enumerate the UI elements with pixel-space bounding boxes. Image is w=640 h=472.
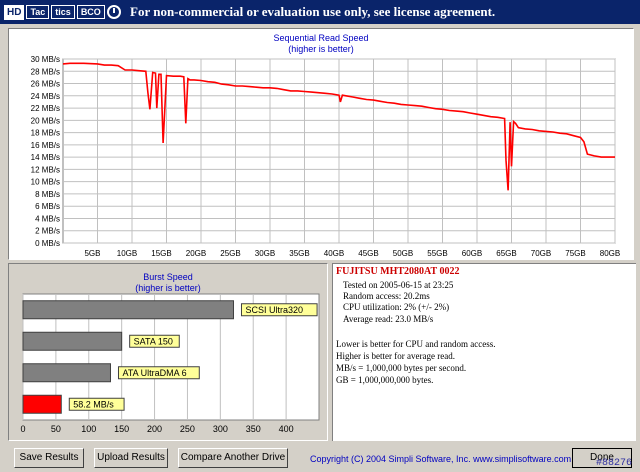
y-tick-label: 18 MB/s [31, 129, 60, 138]
bar-label: SATA 150 [134, 336, 173, 346]
burst-speed-panel: Burst Speed (higher is better) 0 50 100 150… [8, 263, 328, 441]
y-tick-label: 4 MB/s [35, 214, 60, 223]
burst-bar [22, 331, 123, 351]
burst-bar [22, 394, 62, 414]
compare-drive-button[interactable]: Compare Another Drive [178, 448, 288, 468]
y-tick-label: 24 MB/s [31, 92, 60, 101]
upload-results-button[interactable]: Upload Results [94, 448, 168, 468]
x-tick-label: 35GB [289, 249, 309, 258]
x-tick-label: 70GB [531, 249, 551, 258]
x-tick-label: 250 [180, 424, 195, 434]
y-tick-label: 8 MB/s [35, 190, 60, 199]
y-tick-label: 28 MB/s [31, 67, 60, 76]
x-tick-label: 45GB [358, 249, 378, 258]
tested-date: Tested on 2005-06-15 at 23:25 [343, 280, 454, 290]
x-tick-label: 20GB [186, 249, 206, 258]
cpu-utilization: CPU utilization: 2% (+/- 2%) [343, 302, 450, 312]
x-tick-label: 150 [114, 424, 129, 434]
y-tick-label: 2 MB/s [35, 227, 60, 236]
save-results-button[interactable]: Save Results [14, 448, 84, 468]
drive-name: FUJITSU MHT2080AT 0022 [336, 266, 460, 277]
app-logo: HD Tac tics BCO [4, 3, 124, 21]
y-tick-label: 26 MB/s [31, 80, 60, 89]
x-tick-label: 5GB [84, 249, 100, 258]
y-tick-label: 0 MB/s [35, 239, 60, 248]
y-tick-label: 6 MB/s [35, 202, 60, 211]
title-bar: HD Tac tics BCO For non-commercial or ev… [0, 0, 640, 24]
x-tick-label: 40GB [324, 249, 344, 258]
y-tick-label: 12 MB/s [31, 165, 60, 174]
burst-bar [22, 363, 111, 383]
sequential-read-panel: Sequential Read Speed (higher is better)… [8, 28, 634, 260]
copyright-text: Copyright (C) 2004 Simpli Software, Inc.… [310, 454, 572, 464]
logo-segment-1: Tac [26, 5, 50, 19]
sequential-read-chart: 0 MB/s 2 MB/s 4 MB/s 6 MB/s 8 MB/s 10 MB/s 12 … [31, 55, 621, 258]
logo-segment-2: tics [51, 5, 75, 19]
x-tick-label: 10GB [117, 249, 137, 258]
x-tick-label: 350 [246, 424, 261, 434]
x-tick-label: 50GB [393, 249, 413, 258]
x-tick-label: 30GB [255, 249, 275, 258]
burst-bar [22, 300, 234, 320]
x-tick-label: 65GB [496, 249, 516, 258]
x-tick-label: 60GB [462, 249, 482, 258]
bar-label: 58.2 MB/s [73, 399, 114, 409]
random-access: Random access: 20.2ms [343, 291, 430, 301]
x-tick-label: 50 [51, 424, 61, 434]
x-tick-label: 15GB [151, 249, 171, 258]
watermark: #88276 [596, 458, 633, 469]
y-tick-label: 10 MB/s [31, 178, 60, 187]
logo-segment-3: BCO [76, 5, 105, 19]
x-tick-label: 75GB [565, 249, 585, 258]
y-tick-label: 22 MB/s [31, 104, 60, 113]
x-tick-label: 0 [20, 424, 25, 434]
note-line: Higher is better for average read. [336, 351, 455, 361]
y-tick-label: 30 MB/s [31, 55, 60, 64]
bar-label: ATA UltraDMA 6 [122, 368, 186, 378]
window-title: For non-commercial or evaluation use onl… [130, 4, 496, 19]
bar-label: SCSI Ultra320 [245, 305, 303, 315]
note-line: MB/s = 1,000,000 bytes per second. [336, 363, 467, 373]
note-line: GB = 1,000,000,000 bytes. [336, 375, 434, 385]
average-read: Average read: 23.0 MB/s [343, 314, 434, 324]
x-tick-label: 200 [147, 424, 162, 434]
x-tick-label: 55GB [427, 249, 447, 258]
y-tick-label: 16 MB/s [31, 141, 60, 150]
drive-info-panel: FUJITSU MHT2080AT 0022 Tested on 2005-06… [332, 263, 636, 441]
x-tick-label: 100 [81, 424, 96, 434]
burst-speed-chart: 0 50 100 150 200 250 300 350 400 SCSI Ultra320 SAT… [20, 293, 320, 434]
x-tick-label: 300 [213, 424, 228, 434]
note-line: Lower is better for CPU and random acces… [336, 339, 496, 349]
x-tick-label: 400 [279, 424, 294, 434]
clock-icon [106, 5, 121, 19]
y-tick-label: 20 MB/s [31, 116, 60, 125]
x-tick-label: 80GB [600, 249, 620, 258]
x-tick-label: 25GB [220, 249, 240, 258]
y-tick-label: 14 MB/s [31, 153, 60, 162]
logo-hd: HD [4, 4, 25, 20]
